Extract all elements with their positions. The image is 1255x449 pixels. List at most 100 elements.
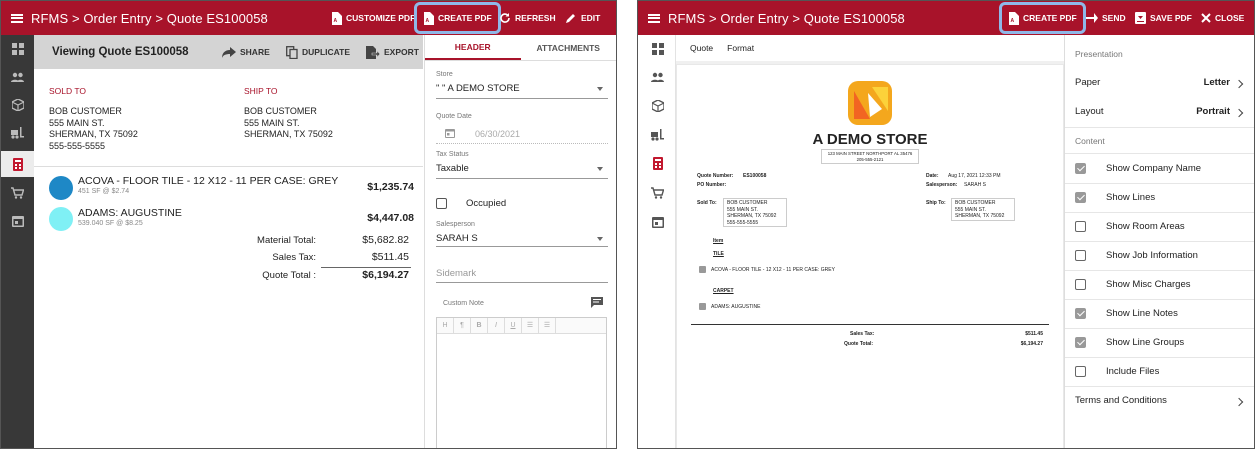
box-icon[interactable]: [650, 98, 665, 113]
salesperson-select[interactable]: SARAH S: [436, 233, 478, 244]
italic-tool[interactable]: I: [488, 317, 505, 334]
item-checkbox: [699, 266, 706, 273]
paragraph-tool[interactable]: ¶: [454, 317, 471, 334]
box-icon[interactable]: [10, 97, 25, 112]
chevron-down-icon[interactable]: [597, 237, 603, 241]
people-icon[interactable]: [650, 69, 665, 84]
dashboard-icon[interactable]: [650, 41, 665, 56]
custom-note-editor[interactable]: H ¶ B I U ☰ ☰: [436, 317, 607, 448]
create-pdf-button[interactable]: A CREATE PDF: [414, 2, 501, 34]
content-option-row[interactable]: Include Files: [1065, 357, 1254, 386]
quote-subheader: Viewing Quote ES100058 SHARE DUPLICATE E…: [34, 35, 423, 69]
terms-option[interactable]: Terms and Conditions: [1065, 387, 1254, 416]
refresh-button[interactable]: REFRESH: [499, 1, 556, 35]
content-option-checkbox[interactable]: [1075, 250, 1086, 261]
heading-tool[interactable]: H: [437, 317, 454, 334]
tab-header[interactable]: HEADER: [425, 35, 521, 60]
sold-to-address: BOB CUSTOMER 555 MAIN ST. SHERMAN, TX 7509…: [49, 106, 138, 151]
calendar-icon[interactable]: [445, 128, 455, 138]
chevron-down-icon[interactable]: [597, 167, 603, 171]
download-icon: [1135, 12, 1146, 24]
calendar-icon[interactable]: [650, 214, 665, 229]
people-icon[interactable]: [10, 69, 25, 84]
customize-pdf-button[interactable]: A CUSTOMIZE PDF: [331, 1, 415, 35]
salesperson-value: SARAH S: [964, 182, 986, 188]
content-option-checkbox[interactable]: [1075, 366, 1086, 377]
content-option-row[interactable]: Show Company Name: [1065, 154, 1254, 183]
content-option-checkbox[interactable]: [1075, 308, 1086, 319]
content-option-row[interactable]: Show Job Information: [1065, 241, 1254, 270]
calendar-icon[interactable]: [10, 213, 25, 228]
tab-quote[interactable]: Quote: [690, 43, 713, 53]
calculator-icon[interactable]: [650, 156, 665, 171]
layout-label: Layout: [1075, 106, 1104, 117]
divider: [1065, 357, 1254, 358]
divider: [1065, 270, 1254, 271]
line-name: ACOVA - FLOOR TILE - 12 X12 - 11 PER CAS…: [78, 175, 339, 187]
quote-date-input[interactable]: 06/30/2021: [475, 129, 520, 139]
content-option-row[interactable]: Show Lines: [1065, 183, 1254, 212]
ship-to-label: SHIP TO: [244, 86, 278, 96]
paper-option[interactable]: Paper Letter: [1065, 68, 1254, 97]
edit-button[interactable]: EDIT: [565, 1, 600, 35]
list-item[interactable]: ADAMS: AUGUSTINE 539.040 SF @ $8.25 $4,4…: [49, 207, 414, 233]
breadcrumb: RFMS > Order Entry > Quote ES100058: [31, 10, 268, 26]
export-button[interactable]: EXPORT: [366, 35, 419, 69]
quote-total-value: $6,194.27: [362, 269, 409, 281]
tab-attachments[interactable]: ATTACHMENTS: [521, 35, 617, 60]
content-option-row[interactable]: Show Room Areas: [1065, 212, 1254, 241]
forklift-icon[interactable]: [650, 127, 665, 142]
numbered-list-tool[interactable]: ☰: [539, 317, 556, 334]
cart-icon[interactable]: [650, 185, 665, 200]
sales-tax-value: $511.45: [371, 251, 409, 263]
close-button[interactable]: CLOSE: [1201, 1, 1244, 35]
quote-view-panel: RFMS > Order Entry > Quote ES100058 A CU…: [0, 0, 617, 449]
send-button[interactable]: SEND: [1086, 1, 1126, 35]
content-option-checkbox[interactable]: [1075, 279, 1086, 290]
content-option-checkbox[interactable]: [1075, 192, 1086, 203]
menu-icon[interactable]: [11, 13, 23, 23]
layout-option[interactable]: Layout Portrait: [1065, 97, 1254, 126]
store-select[interactable]: " " A DEMO STORE: [436, 83, 520, 94]
list-item[interactable]: ACOVA - FLOOR TILE - 12 X12 - 11 PER CAS…: [49, 175, 414, 201]
menu-icon[interactable]: [648, 13, 660, 23]
pdf-file-icon: A: [332, 11, 342, 25]
sidemark-underline: [436, 282, 608, 283]
bold-tool[interactable]: B: [471, 317, 488, 334]
occupied-checkbox[interactable]: [436, 198, 447, 209]
svg-text:A: A: [334, 18, 338, 24]
sidemark-input[interactable]: Sidemark: [436, 268, 476, 279]
content-option-row[interactable]: Show Line Groups: [1065, 328, 1254, 357]
content-option-checkbox[interactable]: [1075, 221, 1086, 232]
item-header: Item: [713, 238, 724, 244]
divider: [1065, 328, 1254, 329]
dashboard-icon[interactable]: [10, 41, 25, 56]
tab-format[interactable]: Format: [727, 43, 754, 53]
underline-tool[interactable]: U: [505, 317, 522, 334]
content-option-row[interactable]: Show Misc Charges: [1065, 270, 1254, 299]
duplicate-button[interactable]: DUPLICATE: [286, 35, 350, 69]
tax-status-select[interactable]: Taxable: [436, 163, 469, 174]
content-option-checkbox[interactable]: [1075, 337, 1086, 348]
comment-icon[interactable]: [591, 297, 603, 308]
forklift-icon[interactable]: [10, 125, 25, 140]
chevron-down-icon[interactable]: [597, 87, 603, 91]
paper-label: Paper: [1075, 77, 1101, 88]
create-pdf-button[interactable]: A CREATE PDF: [999, 2, 1086, 34]
bullet-list-tool[interactable]: ☰: [522, 317, 539, 334]
calculator-icon[interactable]: [10, 157, 25, 172]
content-option-label: Show Job Information: [1106, 250, 1198, 261]
save-pdf-button[interactable]: SAVE PDF: [1135, 1, 1192, 35]
content-option-label: Show Room Areas: [1106, 221, 1185, 232]
terms-label: Terms and Conditions: [1075, 395, 1167, 406]
share-button[interactable]: SHARE: [222, 35, 270, 69]
content-option-checkbox[interactable]: [1075, 163, 1086, 174]
preview-tabs: Quote Format: [676, 35, 1064, 61]
content-option-row[interactable]: Show Line Notes: [1065, 299, 1254, 328]
tax-underline: [436, 178, 608, 179]
store-underline: [436, 98, 608, 99]
item-line: ADAMS: AUGUSTINE: [711, 304, 761, 310]
cart-icon[interactable]: [10, 185, 25, 200]
group-carpet: CARPET: [713, 288, 734, 294]
content-option-label: Show Line Notes: [1106, 308, 1178, 319]
